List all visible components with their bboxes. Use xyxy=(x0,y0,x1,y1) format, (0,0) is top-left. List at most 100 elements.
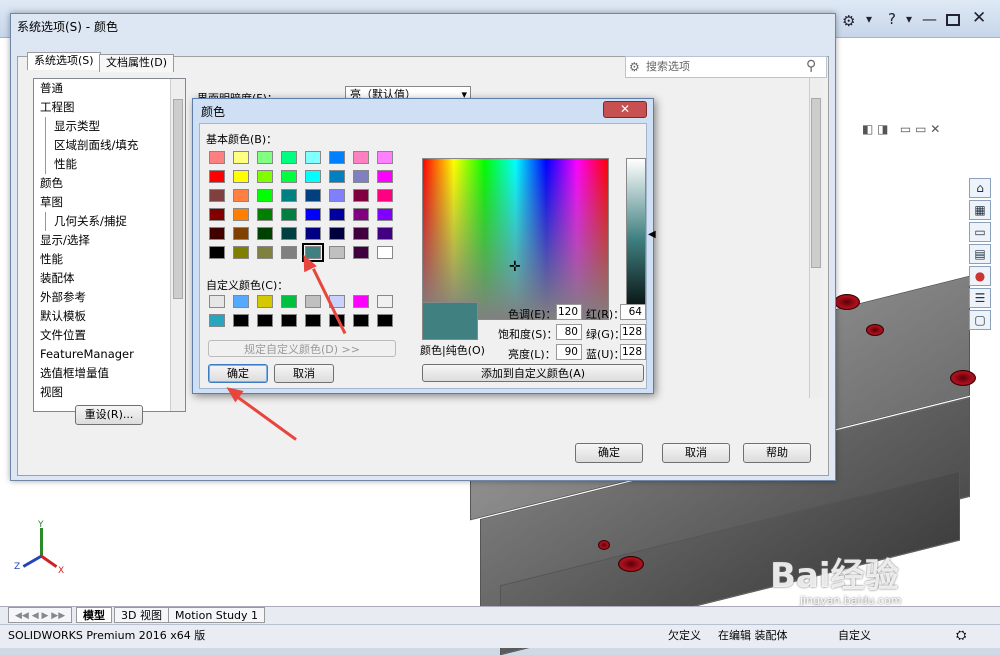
basic-color-swatch[interactable] xyxy=(353,151,369,164)
red-field[interactable]: 64 xyxy=(620,304,646,320)
basic-color-swatch[interactable] xyxy=(233,170,249,183)
basic-color-swatch[interactable] xyxy=(281,208,297,221)
basic-color-swatch[interactable] xyxy=(377,170,393,183)
tree-item[interactable]: 草图 xyxy=(34,193,185,212)
basic-color-swatch[interactable] xyxy=(281,151,297,164)
basic-color-swatch[interactable] xyxy=(281,189,297,202)
tree-item[interactable]: 显示/选择 xyxy=(34,231,185,250)
basic-color-swatch[interactable] xyxy=(329,227,345,240)
luminance-field[interactable]: 90 xyxy=(556,344,582,360)
basic-color-swatch[interactable] xyxy=(353,189,369,202)
custom-color-swatch[interactable] xyxy=(353,314,369,327)
custom-color-swatch[interactable] xyxy=(257,295,273,308)
custom-color-swatch[interactable] xyxy=(281,295,297,308)
settings-icon[interactable]: ⚙ xyxy=(842,12,855,30)
basic-color-swatch[interactable] xyxy=(329,246,345,259)
scroll-thumb[interactable] xyxy=(811,98,821,268)
tab-3d-view[interactable]: 3D 视图 xyxy=(114,607,169,623)
tree-item[interactable]: 区域剖面线/填充 xyxy=(34,136,185,155)
basic-color-swatch[interactable] xyxy=(353,227,369,240)
custom-color-swatch[interactable] xyxy=(281,314,297,327)
basic-color-swatch[interactable] xyxy=(233,246,249,259)
tree-item[interactable]: 颜色 xyxy=(34,174,185,193)
basic-color-swatch[interactable] xyxy=(305,227,321,240)
tree-item[interactable]: 性能 xyxy=(34,250,185,269)
search-input[interactable]: ⚙ 搜索选项 ⚲ xyxy=(625,56,827,78)
basic-color-swatch[interactable] xyxy=(305,151,321,164)
basic-color-swatch[interactable] xyxy=(329,151,345,164)
tree-item[interactable]: 选值框增量值 xyxy=(34,364,185,383)
reset-button[interactable]: 重设(R)... xyxy=(75,405,143,425)
custom-color-swatch[interactable] xyxy=(353,295,369,308)
basic-color-swatch[interactable] xyxy=(233,151,249,164)
basic-color-swatch[interactable] xyxy=(209,227,225,240)
custom-color-swatch[interactable] xyxy=(257,314,273,327)
hue-field[interactable]: 120 xyxy=(556,304,582,320)
basic-color-swatch[interactable] xyxy=(377,189,393,202)
tab-motion-study[interactable]: Motion Study 1 xyxy=(168,607,266,623)
help-button[interactable]: 帮助 xyxy=(743,443,811,463)
tree-item[interactable]: 文件位置 xyxy=(34,326,185,345)
basic-color-swatch[interactable] xyxy=(257,208,273,221)
tree-item[interactable]: 几何关系/捕捉 xyxy=(34,212,185,231)
tree-item[interactable]: 普通 xyxy=(34,79,185,98)
basic-color-swatch[interactable] xyxy=(257,151,273,164)
basic-color-swatch[interactable] xyxy=(377,151,393,164)
status-custom[interactable]: 自定义 xyxy=(838,625,871,647)
basic-color-swatch[interactable] xyxy=(305,189,321,202)
home-icon[interactable]: ⌂ xyxy=(969,178,991,198)
close-icon[interactable]: ✕ xyxy=(603,101,647,118)
tab-document-properties[interactable]: 文档属性(D) xyxy=(99,54,175,72)
basic-color-swatch[interactable] xyxy=(257,189,273,202)
tree-item[interactable]: 工程图 xyxy=(34,98,185,117)
basic-color-swatch[interactable] xyxy=(209,151,225,164)
close-icon[interactable]: ✕ xyxy=(972,8,986,28)
luminance-bar[interactable] xyxy=(626,158,646,320)
cancel-button[interactable]: 取消 xyxy=(274,364,334,383)
add-to-custom-colors-button[interactable]: 添加到自定义颜色(A) xyxy=(422,364,644,382)
basic-color-swatch[interactable] xyxy=(353,208,369,221)
tree-item[interactable]: 外部参考 xyxy=(34,288,185,307)
tree-item[interactable]: 显示类型 xyxy=(34,117,185,136)
tree-item[interactable]: FeatureManager xyxy=(34,345,185,364)
tree-scrollbar[interactable] xyxy=(170,79,185,411)
basic-color-swatch[interactable] xyxy=(233,208,249,221)
define-custom-colors-button[interactable]: 规定自定义颜色(D) >> xyxy=(208,340,396,357)
saturation-field[interactable]: 80 xyxy=(556,324,582,340)
tree-item[interactable]: 装配体 xyxy=(34,269,185,288)
viewport-window-controls[interactable]: ◧ ◨ ▭ ▭ ✕ xyxy=(862,122,940,136)
basic-color-swatch[interactable] xyxy=(257,246,273,259)
view-palette-icon[interactable]: ▤ xyxy=(969,244,991,264)
custom-color-swatch[interactable] xyxy=(305,314,321,327)
custom-color-swatch[interactable] xyxy=(305,295,321,308)
basic-color-swatch[interactable] xyxy=(329,208,345,221)
tab-model[interactable]: 模型 xyxy=(76,607,112,623)
minimize-icon[interactable]: — xyxy=(922,10,937,28)
basic-color-swatch[interactable] xyxy=(377,246,393,259)
basic-color-swatch[interactable] xyxy=(377,208,393,221)
forum-icon[interactable]: ▢ xyxy=(969,310,991,330)
custom-color-swatch[interactable] xyxy=(377,314,393,327)
green-field[interactable]: 128 xyxy=(620,324,646,340)
scroll-thumb[interactable] xyxy=(173,99,183,299)
blue-field[interactable]: 128 xyxy=(620,344,646,360)
basic-color-swatch[interactable] xyxy=(377,227,393,240)
help-dropdown-icon[interactable]: ▾ xyxy=(906,12,912,26)
basic-color-swatch[interactable] xyxy=(281,170,297,183)
design-library-icon[interactable]: ▦ xyxy=(969,200,991,220)
tab-scroll-arrows[interactable]: ◀◀ ◀ ▶ ▶▶ xyxy=(8,607,73,623)
basic-color-swatch[interactable] xyxy=(233,189,249,202)
ok-button[interactable]: 确定 xyxy=(208,364,268,383)
tree-item[interactable]: 默认模板 xyxy=(34,307,185,326)
color-spectrum[interactable]: ✛ xyxy=(422,158,609,320)
tree-item[interactable]: 性能 xyxy=(34,155,185,174)
dropdown-arrow-icon[interactable]: ▾ xyxy=(866,12,872,26)
ok-button[interactable]: 确定 xyxy=(575,443,643,463)
folder-icon[interactable]: ▭ xyxy=(969,222,991,242)
basic-color-swatch[interactable] xyxy=(281,246,297,259)
basic-color-swatch[interactable] xyxy=(353,170,369,183)
custom-color-swatch[interactable] xyxy=(233,295,249,308)
custom-color-swatch[interactable] xyxy=(209,314,225,327)
basic-color-swatch[interactable] xyxy=(209,189,225,202)
custom-color-swatch[interactable] xyxy=(233,314,249,327)
